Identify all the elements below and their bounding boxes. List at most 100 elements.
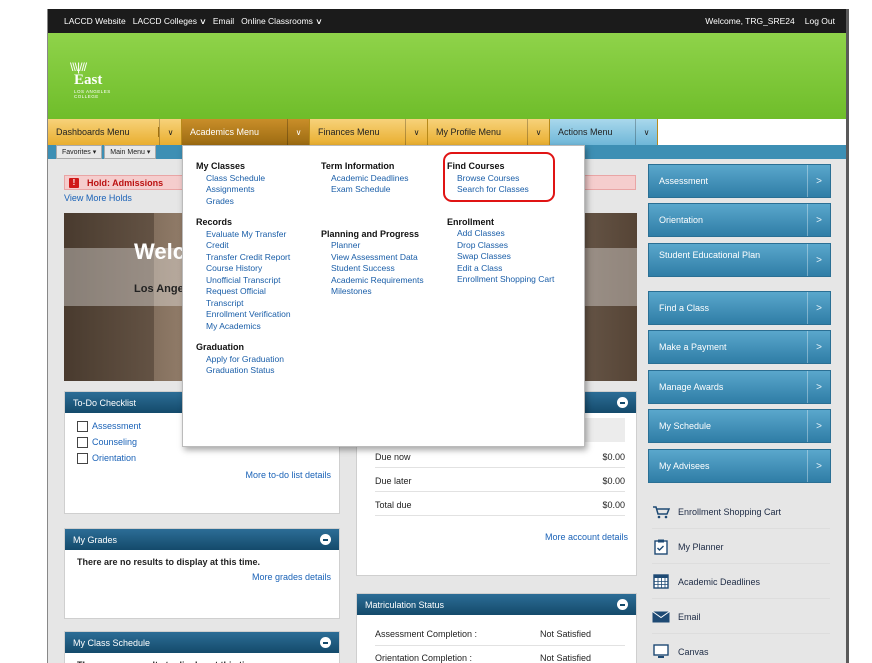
canvas-link[interactable]: Canvas	[652, 635, 830, 663]
my-advisees-button[interactable]: My Advisees >	[648, 449, 831, 483]
laccd-colleges-link[interactable]: LACCD Colleges ∨	[133, 16, 207, 26]
enrollment-cart-menu-link[interactable]: Enrollment Shopping Cart	[447, 274, 554, 286]
chevron-down-icon[interactable]: ∨	[635, 119, 657, 145]
assignments-link[interactable]: Assignments	[196, 184, 291, 196]
button-label: Student Educational Plan	[659, 250, 761, 260]
button-label: Make a Payment	[659, 342, 727, 352]
view-more-holds-link[interactable]: View More Holds	[64, 193, 132, 203]
collapse-icon[interactable]	[320, 534, 331, 545]
outer-margin-left	[0, 0, 47, 663]
enrollment-shopping-cart-link[interactable]: Enrollment Shopping Cart	[652, 495, 830, 529]
academic-deadlines-menu-link[interactable]: Academic Deadlines	[321, 173, 424, 185]
chevron-down-icon: ∨	[199, 17, 207, 26]
student-success-link[interactable]: Student Success	[321, 263, 424, 275]
finances-menu[interactable]: Finances Menu ∨	[310, 119, 428, 145]
class-schedule-link[interactable]: Class Schedule	[196, 173, 291, 185]
button-label: Manage Awards	[659, 382, 724, 392]
request-official-link[interactable]: Request Official	[196, 286, 291, 298]
drop-classes-link[interactable]: Drop Classes	[447, 240, 554, 252]
planner-link[interactable]: Planner	[321, 240, 424, 252]
logo-word: East	[74, 72, 103, 88]
academics-menu[interactable]: Academics Menu ∨	[182, 119, 310, 145]
main-menu-bar: Dashboards Menu ∨ Academics Menu ∨ Finance…	[48, 119, 846, 145]
account-row-value: $0.00	[602, 451, 625, 462]
graduation-status-link[interactable]: Graduation Status	[196, 365, 291, 377]
profile-menu-label: My Profile Menu	[436, 127, 502, 137]
grades-link[interactable]: Grades	[196, 196, 291, 208]
quick-link-label: My Planner	[678, 541, 724, 552]
find-a-class-button[interactable]: Find a Class >	[648, 291, 831, 325]
hero-title: Welc	[134, 239, 185, 264]
manage-awards-button[interactable]: Manage Awards >	[648, 370, 831, 404]
edit-class-link[interactable]: Edit a Class	[447, 263, 554, 275]
academic-requirements-link[interactable]: Academic Requirements	[321, 275, 424, 287]
dashboards-menu[interactable]: Dashboards Menu ∨	[48, 119, 182, 145]
chevron-down-icon[interactable]: ∨	[159, 119, 181, 145]
profile-menu[interactable]: My Profile Menu ∨	[428, 119, 550, 145]
transfer-credit-report-link[interactable]: Transfer Credit Report	[196, 252, 291, 264]
evaluate-transfer-link[interactable]: Evaluate My Transfer	[196, 229, 291, 241]
collapse-icon[interactable]	[617, 599, 628, 610]
swap-classes-link[interactable]: Swap Classes	[447, 251, 554, 263]
unofficial-transcript-link[interactable]: Unofficial Transcript	[196, 275, 291, 287]
more-account-link[interactable]: More account details	[545, 532, 628, 542]
apply-graduation-link[interactable]: Apply for Graduation	[196, 354, 291, 366]
matriculation-value: Not Satisfied	[540, 628, 592, 639]
panel-title: Matriculation Status	[365, 599, 445, 610]
scrollbar[interactable]	[846, 9, 849, 663]
checkbox[interactable]	[77, 420, 88, 432]
checkbox[interactable]	[77, 436, 88, 448]
group-heading: Records	[196, 217, 233, 227]
email-link[interactable]: Email	[213, 16, 234, 26]
account-row-value: $0.00	[602, 475, 625, 486]
milestones-link[interactable]: Milestones	[321, 286, 424, 298]
hold-text[interactable]: Hold: Admissions	[87, 178, 163, 188]
collapse-icon[interactable]	[617, 397, 628, 408]
main-menu-button[interactable]: Main Menu ▾	[104, 145, 157, 159]
planner-clipboard-icon	[652, 539, 670, 555]
todo-item-label[interactable]: Orientation	[92, 453, 136, 463]
actions-menu[interactable]: Actions Menu ∨	[550, 119, 658, 145]
checkbox[interactable]	[77, 452, 88, 464]
header-banner: \\\|/// East LOS ANGELES COLLEGE	[48, 33, 846, 119]
my-schedule-button[interactable]: My Schedule >	[648, 409, 831, 443]
chevron-down-icon[interactable]: ∨	[287, 119, 309, 145]
college-logo[interactable]: \\\|/// East LOS ANGELES COLLEGE	[64, 60, 124, 100]
academic-deadlines-link[interactable]: Academic Deadlines	[652, 565, 830, 599]
my-planner-link[interactable]: My Planner	[652, 530, 830, 564]
my-academics-link[interactable]: My Academics	[196, 321, 291, 333]
enrollment-verification-link[interactable]: Enrollment Verification	[196, 309, 291, 321]
chevron-down-icon[interactable]: ∨	[527, 119, 549, 145]
logout-link[interactable]: Log Out	[805, 16, 835, 26]
empty-message: There are no results to display at this …	[77, 557, 261, 567]
quick-link-label: Canvas	[678, 646, 709, 657]
orientation-button[interactable]: Orientation >	[648, 203, 831, 237]
evaluate-transfer-link-cont[interactable]: Credit	[196, 240, 291, 252]
assessment-button[interactable]: Assessment >	[648, 164, 831, 198]
more-todo-link[interactable]: More to-do list details	[245, 470, 331, 480]
make-a-payment-button[interactable]: Make a Payment >	[648, 330, 831, 364]
chevron-right-icon: >	[807, 165, 830, 197]
course-history-link[interactable]: Course History	[196, 263, 291, 275]
finances-menu-label: Finances Menu	[318, 127, 380, 137]
chevron-down-icon[interactable]: ∨	[405, 119, 427, 145]
online-classrooms-link[interactable]: Online Classrooms ∨	[241, 16, 323, 26]
todo-item-label[interactable]: Counseling	[92, 437, 137, 447]
todo-item[interactable]: Orientation	[77, 450, 327, 466]
exam-schedule-link[interactable]: Exam Schedule	[321, 184, 424, 196]
more-grades-link[interactable]: More grades details	[252, 572, 331, 582]
envelope-icon	[652, 609, 670, 625]
email-quick-link[interactable]: Email	[652, 600, 830, 634]
group-heading: My Classes	[196, 161, 246, 171]
top-bar: LACCD Website LACCD Colleges ∨ Email Onli…	[48, 9, 846, 33]
welcome-text: Welcome, TRG_SRE24	[705, 16, 795, 26]
add-classes-link[interactable]: Add Classes	[447, 228, 554, 240]
student-educational-plan-button[interactable]: Student Educational Plan >	[648, 243, 831, 277]
favorites-button[interactable]: Favorites ▾	[56, 145, 103, 159]
todo-item-label[interactable]: Assessment	[92, 421, 141, 431]
request-official-link-cont[interactable]: Transcript	[196, 298, 291, 310]
laccd-website-link[interactable]: LACCD Website	[64, 16, 126, 26]
group-heading: Planning and Progress	[321, 228, 420, 239]
collapse-icon[interactable]	[320, 637, 331, 648]
view-assessment-data-link[interactable]: View Assessment Data	[321, 252, 424, 264]
